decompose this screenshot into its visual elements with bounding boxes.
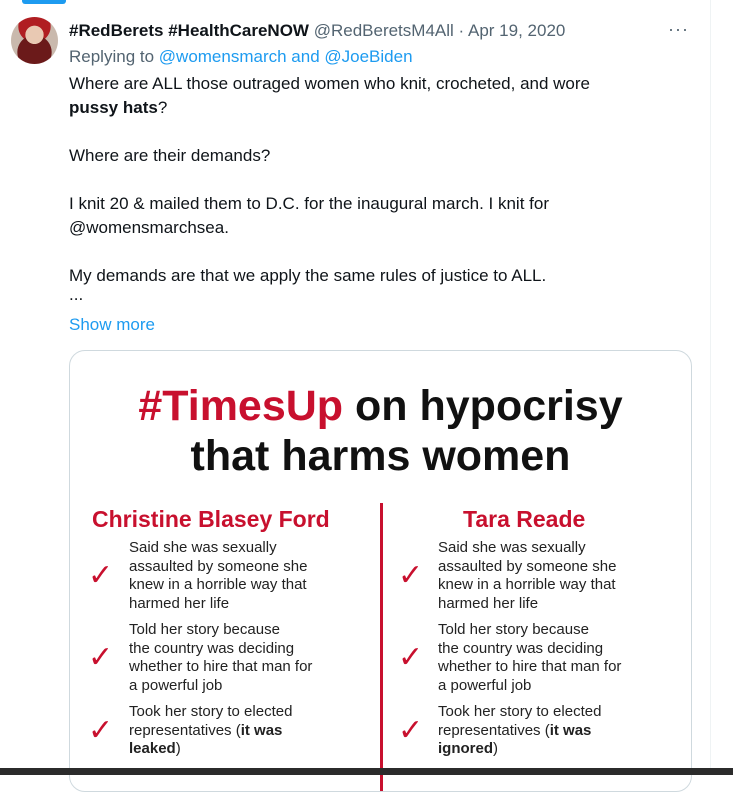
left-column-heading: Christine Blasey Ford [92,506,330,532]
tweet-line: I knit 20 & mailed them to D.C. for the … [69,194,549,213]
right-column-heading: Tara Reade [463,506,586,532]
poster-item: Took her story to elected representative… [438,703,602,757]
tweet-ellipsis: ... [69,285,84,304]
show-more-link[interactable]: Show more [69,313,155,337]
avatar[interactable] [11,17,58,64]
replying-prefix: Replying to [69,47,159,66]
check-icon: ✓ [398,641,424,674]
punctuation: ? [157,98,168,117]
poster-title: #TimesUp on hypocrisy that harms women [70,381,691,481]
bold-phrase: pussy hats [69,98,158,117]
taskbar-edge [0,768,733,775]
poster-title-line2: that harms women [190,432,571,480]
poster-title-rest: on hypocrisy [343,382,623,430]
tweet-text: Where are ALL those outraged women who k… [69,72,689,304]
user-handle[interactable]: @RedBeretsM4All [314,21,454,40]
separator: · [458,21,465,40]
poster-item: Said she was sexually assaulted by someo… [129,539,308,612]
tweet-line: My demands are that we apply the same ru… [69,266,547,285]
check-icon: ✓ [88,714,114,747]
check-icon: ✓ [88,559,114,592]
poster-hashtag: #TimesUp [138,382,344,430]
tweet-line: @womensmarchsea. [69,218,229,237]
check-icon: ✓ [398,714,424,747]
poster-divider [380,503,383,791]
check-icon: ✓ [88,641,114,674]
top-accent-bar [22,0,66,4]
media-image-card[interactable]: #TimesUp on hypocrisy that harms women C… [69,350,692,792]
tweet-date[interactable]: Apr 19, 2020 [468,21,565,40]
tweet-header: #RedBerets #HealthCareNOW @RedBeretsM4Al… [69,20,565,42]
poster-item: Told her story because the country was d… [438,621,622,694]
poster-item: Told her story because the country was d… [129,621,313,694]
column-divider [710,0,711,775]
tweet-line: Where are their demands? [69,146,271,165]
display-name[interactable]: #RedBerets #HealthCareNOW [69,21,309,40]
poster-item: Said she was sexually assaulted by someo… [438,539,617,612]
reply-mentions[interactable]: @womensmarch and @JoeBiden [159,47,413,66]
check-icon: ✓ [398,559,424,592]
more-horizontal-icon[interactable]: ··· [668,20,692,40]
replying-to: Replying to @womensmarch and @JoeBiden [69,46,413,68]
poster-item: Took her story to elected representative… [129,703,293,757]
tweet-line: pussy hats? [69,96,689,120]
tweet-line: Where are ALL those outraged women who k… [69,74,591,93]
